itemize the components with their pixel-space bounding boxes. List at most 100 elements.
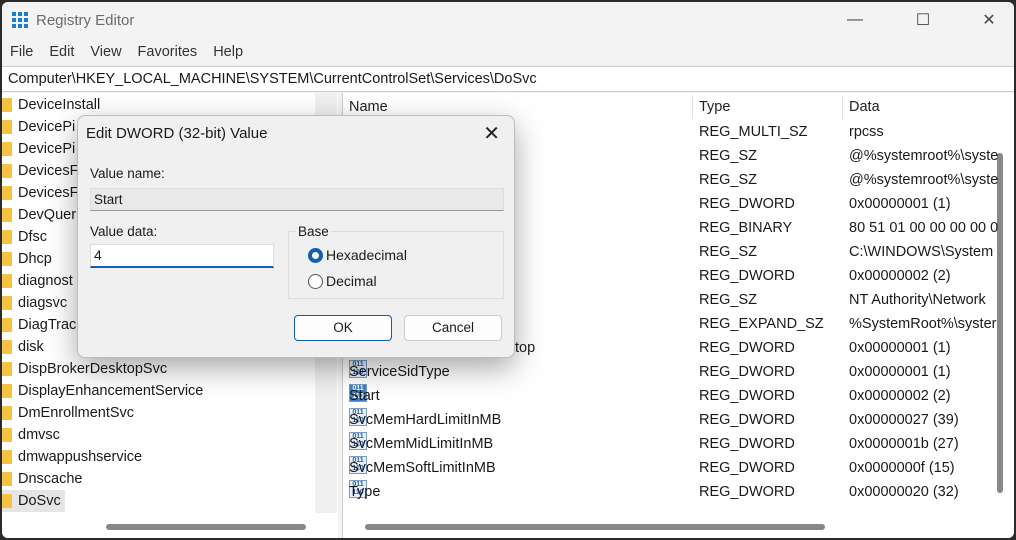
tree-item-label: disk — [18, 339, 44, 355]
value-data: @%systemroot%\syste — [849, 172, 999, 188]
title-bar: Registry Editor — ☐ ✕ — [2, 2, 1014, 40]
value-data: C:\WINDOWS\System — [849, 244, 994, 260]
value-name-field[interactable]: Start — [90, 188, 504, 211]
value-data: 0x00000002 (2) — [849, 388, 951, 404]
tree-item-label: DisplayEnhancementService — [18, 383, 204, 399]
menu-help[interactable]: Help — [205, 42, 251, 64]
value-type: REG_DWORD — [699, 484, 795, 500]
tree-item[interactable]: diagnost — [2, 270, 77, 292]
value-data-field[interactable]: 4 — [90, 244, 274, 268]
tree-item[interactable]: DevicePi — [2, 116, 79, 138]
close-button[interactable]: ✕ — [966, 2, 1012, 38]
tree-item-label: diagnost — [18, 273, 73, 289]
value-row[interactable]: 011 110 Start REG_DWORD 0x00000002 (2) — [343, 384, 993, 408]
menu-file[interactable]: File — [2, 42, 41, 64]
tree-item[interactable]: DmEnrollmentSvc — [2, 402, 138, 424]
tree-item[interactable]: Dfsc — [2, 226, 51, 248]
folder-icon — [2, 164, 12, 178]
tree-item-label: DevicesF — [18, 185, 79, 201]
value-data: rpcss — [849, 124, 884, 140]
value-type: REG_DWORD — [699, 340, 795, 356]
value-data: NT Authority\Network — [849, 292, 986, 308]
value-type: REG_DWORD — [699, 436, 795, 452]
folder-icon — [2, 340, 12, 354]
value-data: 0x00000020 (32) — [849, 484, 959, 500]
value-type: REG_DWORD — [699, 364, 795, 380]
maximize-button[interactable]: ☐ — [900, 2, 946, 38]
folder-icon — [2, 208, 12, 222]
tree-item[interactable]: Dhcp — [2, 248, 56, 270]
decimal-radio[interactable]: Decimal — [308, 273, 377, 289]
values-vertical-scrollbar[interactable] — [997, 153, 1003, 493]
value-row[interactable]: 011 110 SvcMemHardLimitInMB REG_DWORD 0x0000… — [343, 408, 993, 432]
value-name-text: SvcMemHardLimitInMB — [349, 412, 502, 428]
folder-icon — [2, 406, 12, 420]
tree-item[interactable]: dmvsc — [2, 424, 64, 446]
menu-favorites[interactable]: Favorites — [130, 42, 206, 64]
address-bar[interactable]: Computer\HKEY_LOCAL_MACHINE\SYSTEM\Curre… — [2, 66, 1014, 92]
tree-item[interactable]: DiagTrac — [2, 314, 80, 336]
tree-item[interactable]: dmwappushservice — [2, 446, 146, 468]
value-row[interactable]: 011 110 SvcMemMidLimitInMB REG_DWORD 0x00000… — [343, 432, 993, 456]
tree-item[interactable]: Dnscache — [2, 468, 86, 490]
hexadecimal-radio[interactable]: Hexadecimal — [308, 247, 407, 263]
folder-icon — [2, 252, 12, 266]
tree-item-label: DiagTrac — [18, 317, 77, 333]
tree-item-label: DoSvc — [18, 493, 61, 509]
value-type: REG_SZ — [699, 292, 758, 308]
tree-item[interactable]: DevicesF — [2, 182, 82, 204]
folder-icon — [2, 98, 12, 112]
folder-icon — [2, 428, 12, 442]
tree-item[interactable]: DispBrokerDesktopSvc — [2, 358, 171, 380]
value-type: REG_SZ — [699, 244, 758, 260]
dialog-close-button[interactable]: ✕ — [483, 121, 500, 146]
value-type: REG_SZ — [699, 148, 758, 164]
folder-icon — [2, 186, 12, 200]
cancel-button[interactable]: Cancel — [404, 315, 502, 341]
tree-item[interactable]: DevicesF — [2, 160, 82, 182]
value-data: 0x00000001 (1) — [849, 364, 951, 380]
value-name-text: top — [515, 340, 536, 356]
radio-selected-icon — [308, 247, 323, 263]
tree-horizontal-scrollbar[interactable] — [106, 524, 306, 530]
tree-item[interactable]: DevQuer — [2, 204, 80, 226]
tree-item[interactable]: DisplayEnhancementService — [2, 380, 207, 402]
value-type: REG_DWORD — [699, 388, 795, 404]
hexadecimal-label: Hexadecimal — [326, 247, 407, 263]
value-type: REG_DWORD — [699, 196, 795, 212]
value-row[interactable]: 011 110 ServiceSidType REG_DWORD 0x00000001 … — [343, 360, 993, 384]
value-data-label: Value data: — [90, 224, 158, 239]
value-data: %SystemRoot%\syster — [849, 316, 997, 332]
tree-item[interactable]: DoSvc — [2, 490, 65, 512]
registry-editor-icon — [11, 11, 29, 29]
folder-icon — [2, 494, 12, 508]
tree-item-label: DevicePi — [18, 119, 76, 135]
value-name-text: Type — [349, 484, 381, 500]
ok-button[interactable]: OK — [294, 315, 392, 341]
value-row[interactable]: 011 110 SvcMemSoftLimitInMB REG_DWORD 0x0000… — [343, 456, 993, 480]
menu-view[interactable]: View — [82, 42, 129, 64]
tree-item[interactable]: DevicePi — [2, 138, 79, 160]
folder-icon — [2, 472, 12, 486]
tree-item[interactable]: diagsvc — [2, 292, 71, 314]
value-row[interactable]: 011 110 Type REG_DWORD 0x00000020 (32) — [343, 480, 993, 504]
menu-edit[interactable]: Edit — [41, 42, 82, 64]
value-data: @%systemroot%\syste — [849, 148, 999, 164]
value-data: 0x00000001 (1) — [849, 340, 951, 356]
value-data: 0x00000027 (39) — [849, 412, 959, 428]
column-header-type[interactable]: Type — [692, 95, 842, 119]
tree-item-label: DeviceInstall — [18, 97, 101, 113]
folder-icon — [2, 230, 12, 244]
column-header-data[interactable]: Data — [842, 95, 1002, 119]
value-name-label: Value name: — [90, 166, 165, 181]
tree-item-label: DmEnrollmentSvc — [18, 405, 135, 421]
folder-icon — [2, 450, 12, 464]
values-horizontal-scrollbar[interactable] — [365, 524, 825, 530]
folder-icon — [2, 120, 12, 134]
folder-icon — [2, 362, 12, 376]
value-data: 0x00000002 (2) — [849, 268, 951, 284]
value-type: REG_SZ — [699, 172, 758, 188]
tree-item[interactable]: DeviceInstall — [2, 94, 104, 116]
tree-item[interactable]: disk — [2, 336, 48, 358]
minimize-button[interactable]: — — [832, 2, 878, 38]
